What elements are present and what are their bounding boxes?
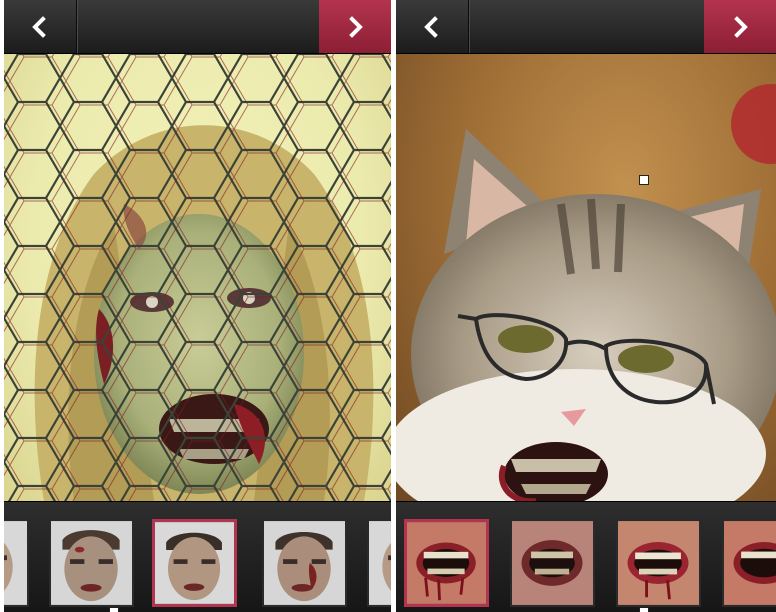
zombie-face-thumbnail[interactable] [367,519,391,607]
zombie-face-thumbnail[interactable] [262,519,347,607]
selection-handle[interactable] [639,607,649,612]
zombie-mouth-thumbnail-selected[interactable] [404,519,489,607]
chevron-left-icon [32,15,46,38]
zombie-face-image [4,54,391,501]
zombie-face-thumbnail[interactable] [49,519,134,607]
next-button[interactable] [704,0,776,53]
resize-handle[interactable] [639,175,649,185]
back-button[interactable] [396,0,469,53]
back-button[interactable] [4,0,77,53]
chevron-left-icon [424,15,438,38]
top-navigation-bar [4,0,391,54]
zombie-mouth-thumbnail[interactable] [616,519,701,607]
selection-handle[interactable] [109,607,119,612]
zombie-face-photo[interactable] [4,54,391,501]
face-thumbnail-strip [4,501,391,612]
zombie-mouth-thumbnail[interactable] [510,519,595,607]
left-screen [4,0,391,612]
zombie-face-thumbnail[interactable] [4,519,29,607]
cat-with-glasses-image [396,84,776,501]
next-button[interactable] [319,0,391,53]
cat-photo[interactable] [396,54,776,501]
mouth-thumbnail-strip [396,501,776,612]
right-screen [396,0,776,612]
chevron-right-icon [734,15,748,38]
top-navigation-bar [396,0,776,54]
chevron-right-icon [349,15,363,38]
zombie-face-thumbnail-selected[interactable] [152,519,237,607]
zombie-mouth-thumbnail[interactable] [722,519,776,607]
